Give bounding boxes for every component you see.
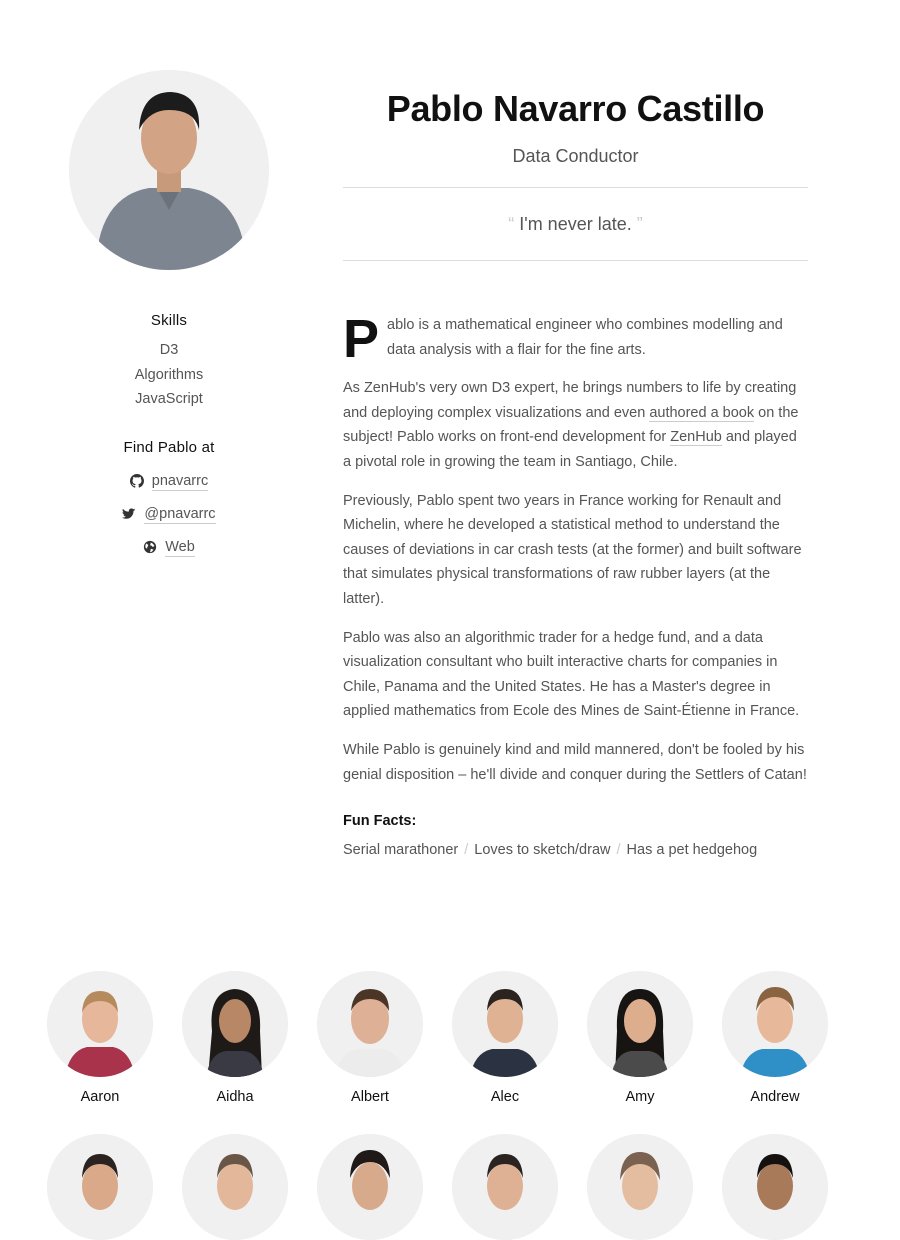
bio-text: ablo is a mathematical engineer who comb… xyxy=(387,317,783,358)
quote-open-mark: “ xyxy=(508,214,515,234)
find-heading: Find Pablo at xyxy=(123,438,215,456)
member-name[interactable]: Amy xyxy=(587,1089,693,1105)
twitter-icon xyxy=(122,507,136,521)
fun-facts-list: Serial marathoner / Loves to sketch/draw / H… xyxy=(343,842,808,858)
team-member[interactable]: Amy xyxy=(587,971,693,1105)
team-member[interactable]: Aidha xyxy=(182,971,288,1105)
profile-name: Pablo Navarro Castillo xyxy=(386,88,765,129)
profile-quote: “ I'm never late. ” xyxy=(343,188,808,260)
avatar[interactable] xyxy=(452,1134,558,1240)
avatar[interactable] xyxy=(182,1134,288,1240)
web-link-row[interactable]: Web xyxy=(69,531,269,564)
twitter-link[interactable]: @pnavarrc xyxy=(144,505,216,524)
team-member[interactable] xyxy=(587,1134,693,1240)
member-name[interactable]: Aidha xyxy=(182,1089,288,1105)
twitter-link-row[interactable]: @pnavarrc xyxy=(69,498,269,531)
team-member[interactable]: Alec xyxy=(452,971,558,1105)
avatar[interactable] xyxy=(722,1134,828,1240)
quote-text: I'm never late. xyxy=(519,214,632,234)
github-icon xyxy=(129,474,144,488)
avatar[interactable] xyxy=(587,971,693,1077)
avatar[interactable] xyxy=(47,971,153,1077)
fun-fact: Loves to sketch/draw xyxy=(474,842,611,859)
team-member[interactable]: Aaron xyxy=(47,971,153,1105)
bio-paragraph: While Pablo is genuinely kind and mild m… xyxy=(343,741,807,783)
member-name[interactable]: Albert xyxy=(317,1089,423,1105)
separator: / xyxy=(464,842,469,859)
team-member[interactable] xyxy=(452,1134,558,1240)
member-name[interactable]: Aaron xyxy=(47,1089,153,1105)
skills-heading: Skills xyxy=(150,312,188,329)
book-link[interactable]: authored a book xyxy=(649,404,755,422)
sidebar: Skills D3 Algorithms JavaScript Find Pab… xyxy=(69,312,269,564)
avatar[interactable] xyxy=(452,971,558,1077)
avatar[interactable] xyxy=(722,971,828,1077)
fun-fact: Serial marathoner xyxy=(343,842,459,859)
avatar[interactable] xyxy=(47,1134,153,1240)
member-name[interactable]: Alec xyxy=(452,1089,558,1105)
team-member[interactable] xyxy=(317,1134,423,1240)
skill-item: D3 xyxy=(159,342,179,358)
avatar[interactable] xyxy=(587,1134,693,1240)
profile-title: Data Conductor xyxy=(512,146,639,166)
web-link[interactable]: Web xyxy=(165,538,195,557)
quote-close-mark: ” xyxy=(636,214,643,234)
dropcap: P xyxy=(343,309,380,369)
member-name[interactable]: Andrew xyxy=(722,1089,828,1105)
bio: Pablo is a mathematical engineer who com… xyxy=(343,309,808,787)
skill-item: Algorithms xyxy=(134,366,204,383)
team-member[interactable] xyxy=(182,1134,288,1240)
bio-paragraph: Pablo was also an algorithmic trader for… xyxy=(343,629,800,720)
team-member[interactable] xyxy=(722,1134,828,1240)
divider xyxy=(343,260,808,261)
avatar[interactable] xyxy=(182,971,288,1077)
team-row xyxy=(47,1134,847,1240)
bio-paragraph: Previously, Pablo spent two years in Fra… xyxy=(343,492,802,607)
profile-main: Pablo Navarro Castillo Data Conductor “ … xyxy=(343,88,808,858)
avatar[interactable] xyxy=(317,1134,423,1240)
skill-item: JavaScript xyxy=(135,391,203,407)
separator: / xyxy=(616,842,621,859)
profile-photo xyxy=(69,70,269,270)
bio-paragraph: Pablo is a mathematical engineer who com… xyxy=(343,309,808,369)
team-member[interactable]: Albert xyxy=(317,971,423,1105)
fun-facts-heading: Fun Facts: xyxy=(343,813,417,830)
team-row: Aaron Aidha Albert Alec Amy Andrew xyxy=(47,971,847,1105)
zenhub-link[interactable]: ZenHub xyxy=(670,429,722,447)
globe-icon xyxy=(143,540,157,554)
team-grid: Aaron Aidha Albert Alec Amy Andrew xyxy=(47,971,847,1240)
github-link-row[interactable]: pnavarrc xyxy=(69,465,269,498)
avatar[interactable] xyxy=(317,971,423,1077)
team-member[interactable] xyxy=(47,1134,153,1240)
github-link[interactable]: pnavarrc xyxy=(151,472,209,491)
fun-fact: Has a pet hedgehog xyxy=(626,842,758,859)
team-member[interactable]: Andrew xyxy=(722,971,828,1105)
bio-paragraph: As ZenHub's very own D3 expert, he bring… xyxy=(343,376,808,474)
